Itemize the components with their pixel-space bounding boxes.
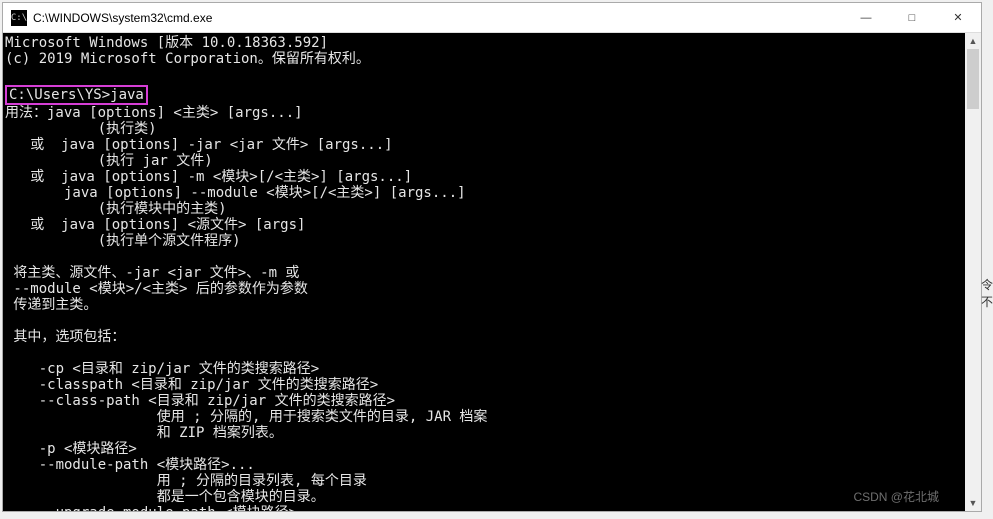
cmd-icon: C:\ xyxy=(11,10,27,26)
minimize-button[interactable]: — xyxy=(843,3,889,32)
vertical-scrollbar[interactable]: ▲ ▼ xyxy=(965,33,981,511)
scrollbar-track[interactable] xyxy=(965,49,981,495)
close-button[interactable]: ✕ xyxy=(935,3,981,32)
titlebar[interactable]: C:\ C:\WINDOWS\system32\cmd.exe — □ ✕ xyxy=(3,3,981,33)
copyright-line: (c) 2019 Microsoft Corporation。保留所有权利。 xyxy=(5,51,370,67)
maximize-button[interactable]: □ xyxy=(889,3,935,32)
scroll-up-arrow-icon[interactable]: ▲ xyxy=(965,33,981,49)
cropped-text: 令 不 xyxy=(981,276,993,310)
ms-windows-version: Microsoft Windows [版本 10.0.18363.592] xyxy=(5,35,328,51)
prompt-highlight: C:\Users\YS>java xyxy=(5,85,148,105)
cropped-char-2: 不 xyxy=(981,293,993,310)
command-prompt: C:\Users\YS>java xyxy=(9,87,144,103)
window-title: C:\WINDOWS\system32\cmd.exe xyxy=(33,11,843,25)
watermark-text: CSDN @花北城 xyxy=(853,489,939,505)
window-controls: — □ ✕ xyxy=(843,3,981,32)
cropped-char-1: 令 xyxy=(981,276,993,293)
scroll-down-arrow-icon[interactable]: ▼ xyxy=(965,495,981,511)
terminal-area: Microsoft Windows [版本 10.0.18363.592] (c… xyxy=(3,33,981,511)
cmd-window: C:\ C:\WINDOWS\system32\cmd.exe — □ ✕ Mi… xyxy=(2,2,982,512)
scrollbar-thumb[interactable] xyxy=(967,49,979,109)
terminal-output[interactable]: Microsoft Windows [版本 10.0.18363.592] (c… xyxy=(3,33,965,511)
java-usage-output: 用法：java [options] <主类> [args...] (执行类) 或… xyxy=(5,105,487,511)
